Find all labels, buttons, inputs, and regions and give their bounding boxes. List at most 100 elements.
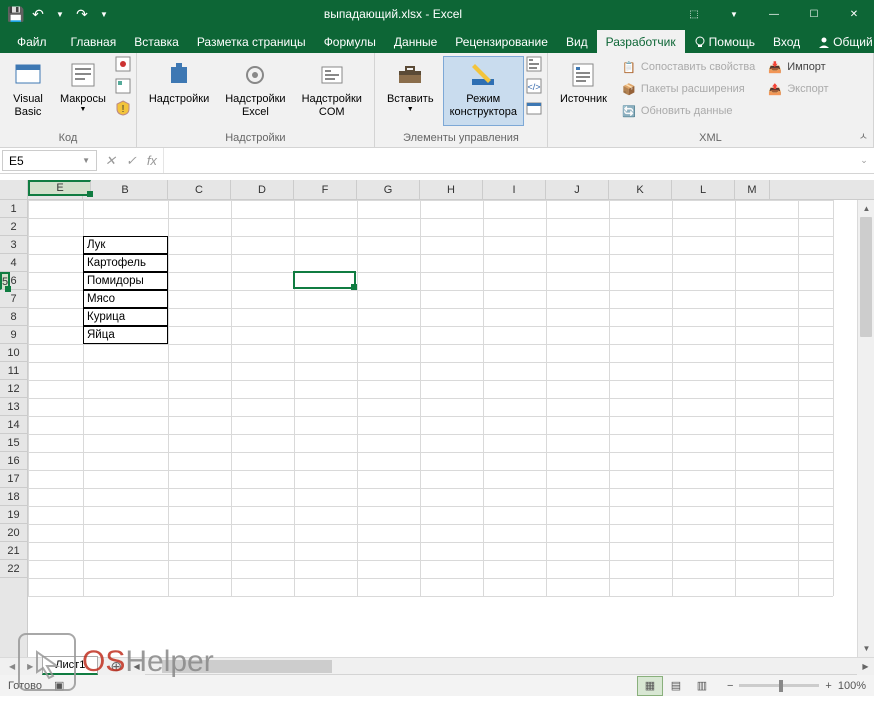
col-header-B[interactable]: B [83,180,168,199]
col-header-I[interactable]: I [483,180,546,199]
qat-customize-icon[interactable]: ▼ [96,6,112,22]
undo-icon[interactable]: ↶ [30,6,46,22]
design-mode-button[interactable]: Режим конструктора [443,56,524,126]
scroll-right-icon[interactable]: ▶ [857,658,874,675]
tab-Формулы[interactable]: Формулы [315,30,385,53]
tab-Разметка страницы[interactable]: Разметка страницы [188,30,315,53]
row-header-22[interactable]: 22 [0,560,27,578]
cell-B7[interactable]: Курица [83,308,168,326]
vertical-scrollbar[interactable]: ▲ ▼ [857,200,874,657]
sheet-nav-next-icon[interactable]: ▶ [24,662,36,671]
zoom-out-icon[interactable]: − [727,680,733,692]
cell-B3[interactable]: Лук [83,236,168,254]
macro-record-status-icon[interactable]: ▣ [54,679,64,692]
row-header-4[interactable]: 4 [0,254,27,272]
name-box[interactable]: E5▼ [2,150,97,171]
close-icon[interactable]: ✕ [834,0,874,28]
expand-formula-icon[interactable]: ⌄ [854,148,874,173]
row-header-18[interactable]: 18 [0,488,27,506]
macro-security-icon[interactable]: ! [115,100,131,119]
row-header-7[interactable]: 7 [0,290,27,308]
cell-B4[interactable]: Картофель [83,254,168,272]
select-all-corner[interactable] [0,180,28,199]
ribbon-options-icon[interactable]: ⬚ [674,0,714,28]
view-code-icon[interactable]: </> [526,78,542,97]
tab-Вставка[interactable]: Вставка [125,30,188,53]
xml-import[interactable]: 📥Импорт [762,56,833,78]
zoom-in-icon[interactable]: + [825,680,831,692]
tab-Вид[interactable]: Вид [557,30,597,53]
col-header-H[interactable]: H [420,180,483,199]
row-header-3[interactable]: 3 [0,236,27,254]
page-layout-view-icon[interactable]: ▤ [663,676,689,696]
col-header-L[interactable]: L [672,180,735,199]
redo-icon[interactable]: ↷ [74,6,90,22]
scroll-up-icon[interactable]: ▲ [858,200,874,217]
tab-Разработчик[interactable]: Разработчик [597,30,685,53]
scroll-left-icon[interactable]: ◀ [128,658,145,675]
tab-Рецензирование[interactable]: Рецензирование [446,30,557,53]
row-header-17[interactable]: 17 [0,470,27,488]
hscroll-thumb[interactable] [162,660,332,673]
cell-B8[interactable]: Яйца [83,326,168,344]
run-dialog-icon[interactable] [526,100,542,119]
relative-refs-icon[interactable] [115,78,131,97]
row-header-15[interactable]: 15 [0,434,27,452]
row-header-9[interactable]: 9 [0,326,27,344]
collapse-ribbon-icon[interactable]: ㅅ [859,128,868,143]
tab-file[interactable]: Файл [2,30,62,53]
ribbon-options-dropdown[interactable]: ▼ [714,0,754,28]
sheet-nav-prev-icon[interactable]: ◀ [6,662,18,671]
cancel-formula-icon[interactable]: ✕ [105,153,116,169]
col-header-D[interactable]: D [231,180,294,199]
tab-Данные[interactable]: Данные [385,30,446,53]
zoom-slider[interactable] [739,684,819,687]
row-header-1[interactable]: 1 [0,200,27,218]
row-header-13[interactable]: 13 [0,398,27,416]
xml-source-button[interactable]: Источник [553,56,614,126]
excel-addins-button[interactable]: Надстройки Excel [218,56,292,126]
col-header-K[interactable]: K [609,180,672,199]
cell-B5[interactable]: Помидоры [83,272,168,290]
vscroll-thumb[interactable] [860,217,872,337]
row-header-2[interactable]: 2 [0,218,27,236]
col-header-M[interactable]: M [735,180,770,199]
maximize-icon[interactable]: ☐ [794,0,834,28]
cell-B6[interactable]: Мясо [83,290,168,308]
row-header-12[interactable]: 12 [0,380,27,398]
row-header-21[interactable]: 21 [0,542,27,560]
cells-area[interactable]: ЛукКартофельПомидорыМясоКурицаЯйца [28,200,874,657]
col-header-F[interactable]: F [294,180,357,199]
sheet-tab-active[interactable]: Лист1 [42,656,98,675]
formula-input[interactable] [164,148,854,173]
row-header-16[interactable]: 16 [0,452,27,470]
addins-button[interactable]: Надстройки [142,56,216,126]
row-header-19[interactable]: 19 [0,506,27,524]
record-macro-icon[interactable] [115,56,131,75]
minimize-icon[interactable]: — [754,0,794,28]
normal-view-icon[interactable]: ▦ [637,676,663,696]
col-header-J[interactable]: J [546,180,609,199]
tab-share[interactable]: Общий доступ [809,30,874,53]
row-header-6[interactable]: 6 [0,272,27,290]
row-header-8[interactable]: 8 [0,308,27,326]
undo-dropdown-icon[interactable]: ▼ [52,6,68,22]
properties-icon[interactable] [526,56,542,75]
hscroll-track[interactable] [162,658,840,675]
col-header-C[interactable]: C [168,180,231,199]
insert-control-button[interactable]: Вставить▼ [380,56,441,126]
add-sheet-icon[interactable]: ⊕ [104,658,128,675]
tab-login[interactable]: Вход [764,30,809,53]
col-header-G[interactable]: G [357,180,420,199]
page-break-view-icon[interactable]: ▥ [689,676,715,696]
tab-help[interactable]: Помощь [685,30,764,53]
save-icon[interactable]: 💾 [8,6,24,22]
col-header-A[interactable]: A [28,180,83,199]
fx-icon[interactable]: fx [147,153,157,168]
row-header-14[interactable]: 14 [0,416,27,434]
macros-button[interactable]: Макросы▼ [53,56,113,126]
row-header-10[interactable]: 10 [0,344,27,362]
zoom-level[interactable]: 100% [838,680,866,692]
row-header-20[interactable]: 20 [0,524,27,542]
enter-formula-icon[interactable]: ✓ [126,153,137,169]
